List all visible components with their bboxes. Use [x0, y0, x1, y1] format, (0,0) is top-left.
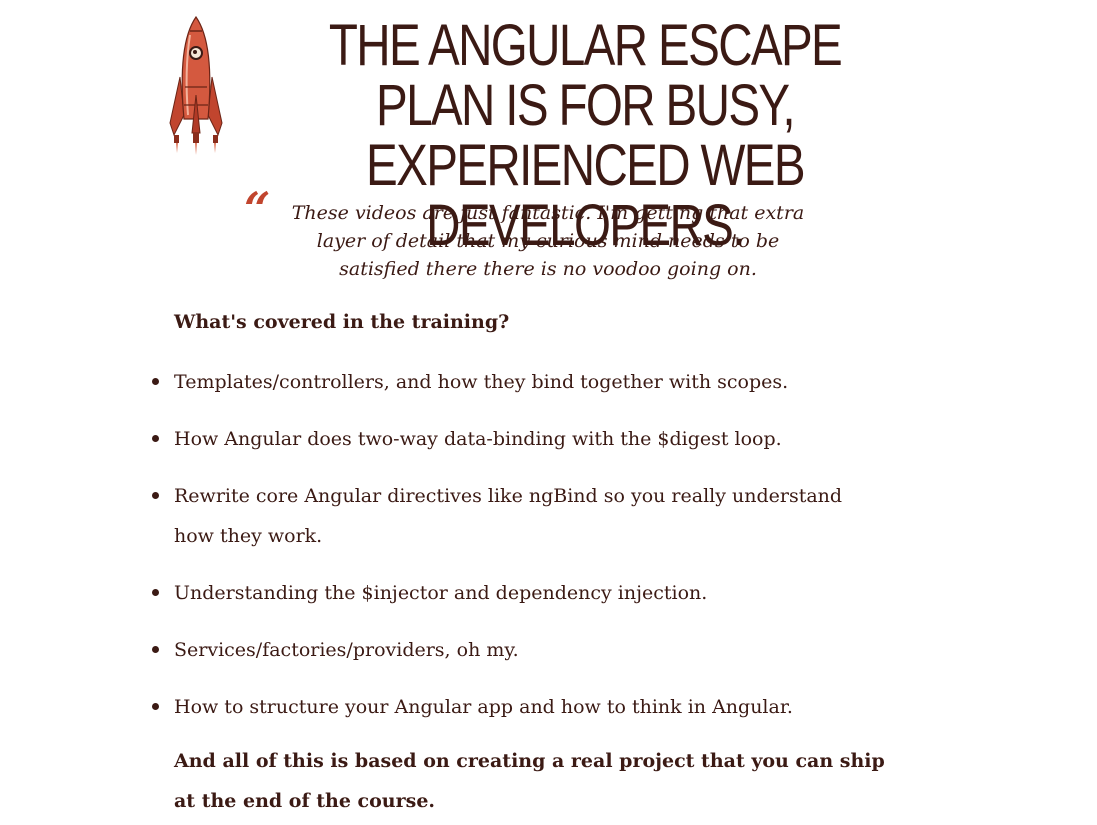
- quote-line-2: layer of detail that my curious mind nee…: [316, 230, 780, 252]
- list-item-line-2: how they work.: [174, 525, 323, 547]
- closing-statement: And all of this is based on creating a r…: [174, 741, 964, 821]
- list-item: Rewrite core Angular directives like ngB…: [150, 476, 950, 556]
- bullet-icon: [152, 492, 159, 499]
- list-item: How to structure your Angular app and ho…: [150, 687, 950, 727]
- list-item-line-1: How Angular does two-way data-binding wi…: [174, 428, 782, 450]
- quote-line-3: satisfied there there is no voodoo going…: [339, 258, 757, 280]
- list-item-line-1: Services/factories/providers, oh my.: [174, 639, 519, 661]
- bullet-icon: [152, 703, 159, 710]
- bullet-icon: [152, 435, 159, 442]
- list-item: Services/factories/providers, oh my.: [150, 630, 950, 670]
- bullet-icon: [152, 589, 159, 596]
- headline-line-1: THE ANGULAR ESCAPE PLAN IS FOR BUSY,: [328, 13, 843, 138]
- page-header: THE ANGULAR ESCAPE PLAN IS FOR BUSY, EXP…: [0, 0, 1097, 256]
- training-topics-list: Templates/controllers, and how they bind…: [150, 362, 950, 744]
- quote-line-1: These videos are just fantastic. I'm get…: [291, 202, 805, 224]
- list-item: How Angular does two-way data-binding wi…: [150, 419, 950, 459]
- list-item-line-1: Rewrite core Angular directives like ngB…: [174, 485, 843, 507]
- testimonial-quote: These videos are just fantastic. I'm get…: [248, 199, 848, 283]
- rocket-icon: [169, 15, 223, 155]
- bullet-icon: [152, 378, 159, 385]
- list-item-line-1: Understanding the $injector and dependen…: [174, 582, 708, 604]
- closing-line-1: And all of this is based on creating a r…: [174, 750, 885, 772]
- training-heading: What's covered in the training?: [174, 311, 510, 333]
- list-item-line-1: How to structure your Angular app and ho…: [174, 696, 793, 718]
- closing-line-2: at the end of the course.: [174, 790, 436, 812]
- list-item: Understanding the $injector and dependen…: [150, 573, 950, 613]
- list-item-line-1: Templates/controllers, and how they bind…: [174, 371, 789, 393]
- bullet-icon: [152, 646, 159, 653]
- list-item: Templates/controllers, and how they bind…: [150, 362, 950, 402]
